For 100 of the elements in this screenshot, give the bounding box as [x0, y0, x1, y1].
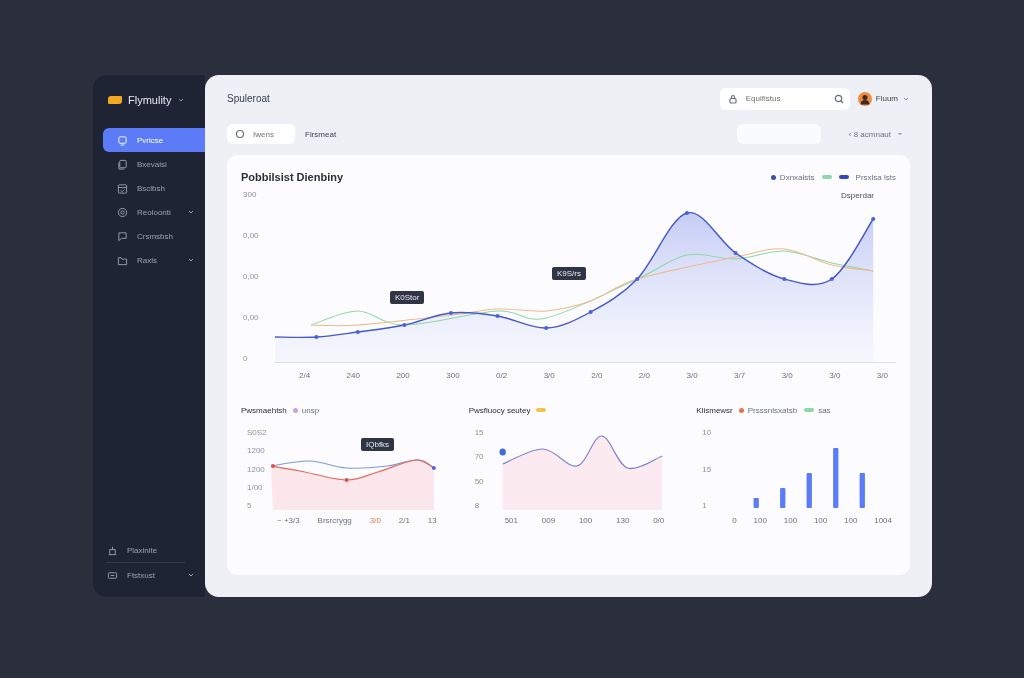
axis-label: 1200	[247, 446, 266, 456]
menu-icon	[117, 182, 128, 194]
user-name[interactable]: Fluum	[875, 94, 898, 103]
menu-icon	[107, 544, 118, 556]
brand-name: Flymulity	[128, 94, 172, 106]
menu-icon	[117, 158, 128, 170]
axis-label: 5	[247, 501, 253, 510]
axis-label: 0,00	[243, 232, 260, 240]
search-icon	[833, 93, 844, 104]
axis-label: 0,00	[243, 273, 260, 281]
axis-label: 1	[702, 501, 708, 510]
chart-title: Klismewsr	[696, 405, 733, 415]
sidebar-item[interactable]: Crsmsbsh	[103, 224, 205, 248]
chart-tooltip: IQbfks	[361, 438, 395, 451]
axis-label: ~ +3/3	[277, 516, 300, 525]
axis-label: Brsrcrygg	[317, 516, 352, 525]
data-point	[829, 277, 834, 281]
search-input[interactable]: Equifistus	[743, 93, 828, 104]
sidebar-item[interactable]: Bsclbsh	[103, 176, 205, 200]
axis-label: 2/0	[638, 371, 650, 380]
axis-label: 0,00	[243, 314, 260, 322]
sidebar-item[interactable]: Bxevalsi	[103, 152, 205, 176]
sidebar-item[interactable]: Ftstxust	[93, 563, 205, 587]
axis-label: 0	[732, 516, 737, 525]
axis-label: 501	[504, 516, 518, 525]
circle-icon	[235, 129, 245, 139]
axis-label: 1004	[874, 516, 892, 525]
menu-icon	[107, 569, 118, 581]
axis-label: 50	[474, 476, 485, 486]
data-point	[495, 314, 500, 318]
sidebar-item[interactable]: Pvricse	[103, 128, 205, 152]
sidebar-item[interactable]: Plaxinite	[93, 538, 205, 562]
data-point	[314, 335, 319, 339]
data-point	[871, 217, 876, 221]
chart-bar	[753, 498, 760, 508]
sidebar-item[interactable]: Raxls	[103, 248, 205, 272]
axis-label: 0/2	[496, 371, 508, 380]
axis-label: 3/0	[686, 371, 698, 380]
logo-icon	[108, 96, 122, 104]
axis-label: 13	[427, 516, 437, 525]
axis-label: 2/4	[299, 371, 311, 380]
data-point	[588, 310, 593, 314]
axis-label: 200	[396, 371, 410, 380]
chart-tooltip: K9S/rs	[552, 267, 586, 280]
data-point	[733, 251, 738, 255]
search-bar[interactable]: Equifistus	[719, 87, 850, 110]
data-point	[355, 330, 360, 334]
chart-bar	[806, 473, 813, 508]
axis-label: 15	[474, 428, 485, 437]
axis-label: 3/0	[876, 371, 888, 380]
axis-label: 300	[243, 191, 258, 199]
menu-icon	[117, 254, 128, 266]
axis-label: 100	[578, 516, 593, 525]
caret-icon	[896, 130, 904, 138]
data-point	[344, 478, 349, 482]
page-selector[interactable]: ‹ 8 acmnaut	[842, 128, 910, 140]
axis-label: 100	[844, 516, 858, 525]
legend-label: Dxnxalsts	[779, 172, 815, 182]
axis-label: S0S2	[247, 428, 268, 437]
legend-label: sas	[818, 405, 831, 415]
axis-label: 10	[702, 428, 713, 437]
data-point	[782, 277, 787, 281]
axis-label: 15	[702, 464, 713, 474]
axis-label: 100	[753, 516, 767, 525]
axis-label: 3/7	[734, 371, 746, 380]
data-point	[431, 466, 436, 470]
filter-bar[interactable]: Iwens	[227, 124, 295, 144]
axis-label: 3/0	[781, 371, 793, 380]
axis-label: 3/0	[369, 516, 381, 525]
chart-title: Pwsfluocy seutey	[468, 405, 531, 415]
menu-icon	[117, 206, 128, 218]
chart-bar	[780, 488, 786, 508]
data-point	[402, 323, 407, 327]
data-point	[271, 464, 275, 468]
filter-input[interactable]: Iwens	[251, 128, 295, 140]
axis-label: 0	[243, 355, 249, 363]
page-title: Spuleroat	[227, 93, 271, 104]
legend-label: Prsxlsa lsts	[855, 172, 896, 182]
toolbar-label: Firsmeat	[305, 129, 338, 139]
sidebar-item[interactable]: Reoloonti	[103, 200, 205, 224]
chart-annotation: Dsperdar	[841, 191, 874, 200]
axis-label: 1200	[247, 464, 266, 474]
axis-label: 70	[474, 452, 485, 462]
data-point	[684, 211, 689, 215]
avatar-icon[interactable]	[857, 91, 872, 106]
data-point	[544, 326, 549, 330]
axis-label: 009	[541, 516, 556, 525]
data-point	[635, 277, 640, 281]
chevron-icon	[177, 96, 186, 104]
axis-label: 2/1	[398, 516, 410, 525]
axis-label: 100	[783, 516, 798, 525]
axis-label: 3/0	[543, 371, 555, 380]
chart-title: Pwsmaehtsh	[241, 405, 287, 415]
axis-label: 8	[474, 501, 481, 510]
menu-icon	[117, 230, 128, 242]
chart-bar	[859, 473, 866, 508]
axis-label: 100	[813, 516, 828, 525]
axis-label: 3/0	[829, 371, 841, 380]
axis-label: 2/0	[591, 371, 603, 380]
axis-label: 1/00	[247, 482, 264, 492]
